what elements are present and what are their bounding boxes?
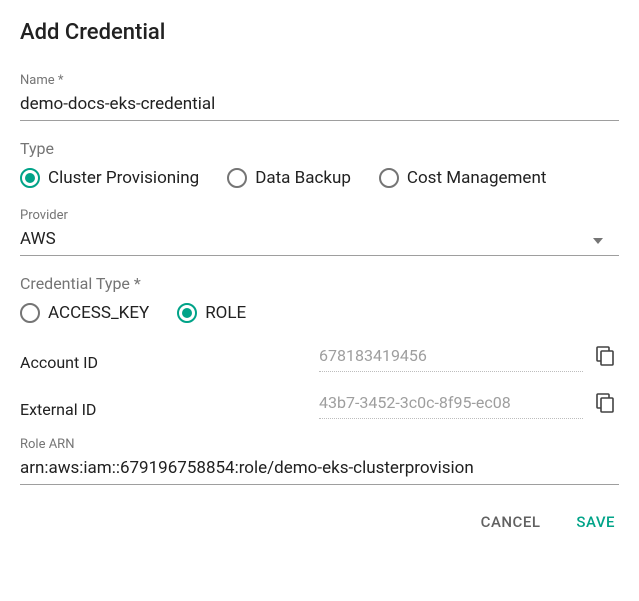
account-id-row: Account ID 678183419456 (20, 343, 619, 372)
name-label: Name * (20, 73, 619, 88)
role-arn-label: Role ARN (20, 437, 619, 452)
radio-icon (379, 168, 399, 188)
type-option-cost-management[interactable]: Cost Management (379, 168, 546, 188)
type-option-label: Cost Management (407, 168, 546, 188)
type-option-cluster-provisioning[interactable]: Cluster Provisioning (20, 168, 199, 188)
external-id-value: 43b7-3452-3c0c-8f95-ec08 (319, 391, 583, 419)
name-input[interactable] (20, 90, 619, 121)
copy-icon (596, 393, 614, 416)
account-id-value: 678183419456 (319, 344, 583, 372)
provider-field: Provider AWS (20, 208, 619, 256)
caret-down-icon (593, 229, 603, 249)
radio-icon (177, 303, 197, 323)
copy-icon (596, 346, 614, 369)
credential-type-field: Credential Type * ACCESS_KEY ROLE (20, 274, 619, 325)
copy-external-id-button[interactable] (591, 391, 619, 419)
type-option-label: Data Backup (255, 168, 351, 188)
type-option-data-backup[interactable]: Data Backup (227, 168, 351, 188)
copy-account-id-button[interactable] (591, 344, 619, 372)
credential-type-option-access-key[interactable]: ACCESS_KEY (20, 303, 149, 323)
radio-icon (20, 168, 40, 188)
credential-type-label: Credential Type * (20, 274, 619, 293)
provider-label: Provider (20, 208, 619, 223)
role-arn-field: Role ARN (20, 437, 619, 485)
radio-icon (20, 303, 40, 323)
external-id-label: External ID (20, 390, 120, 419)
save-button[interactable]: SAVE (572, 507, 619, 537)
account-id-label: Account ID (20, 343, 120, 372)
role-arn-input[interactable] (20, 454, 619, 485)
credential-type-option-label: ACCESS_KEY (48, 303, 149, 323)
provider-value: AWS (20, 229, 56, 249)
radio-icon (227, 168, 247, 188)
credential-type-option-role[interactable]: ROLE (177, 303, 246, 323)
provider-select[interactable]: AWS (20, 225, 619, 256)
credential-type-option-label: ROLE (205, 303, 246, 323)
type-label: Type (20, 139, 619, 158)
name-field: Name * (20, 73, 619, 121)
type-field: Type Cluster Provisioning Data Backup Co… (20, 139, 619, 190)
external-id-row: External ID 43b7-3452-3c0c-8f95-ec08 (20, 390, 619, 419)
type-radio-group: Cluster Provisioning Data Backup Cost Ma… (20, 164, 619, 190)
cancel-button[interactable]: CANCEL (477, 507, 545, 537)
dialog-title: Add Credential (20, 20, 619, 45)
type-option-label: Cluster Provisioning (48, 168, 199, 188)
credential-type-radio-group: ACCESS_KEY ROLE (20, 299, 619, 325)
dialog-actions: CANCEL SAVE (20, 507, 619, 537)
